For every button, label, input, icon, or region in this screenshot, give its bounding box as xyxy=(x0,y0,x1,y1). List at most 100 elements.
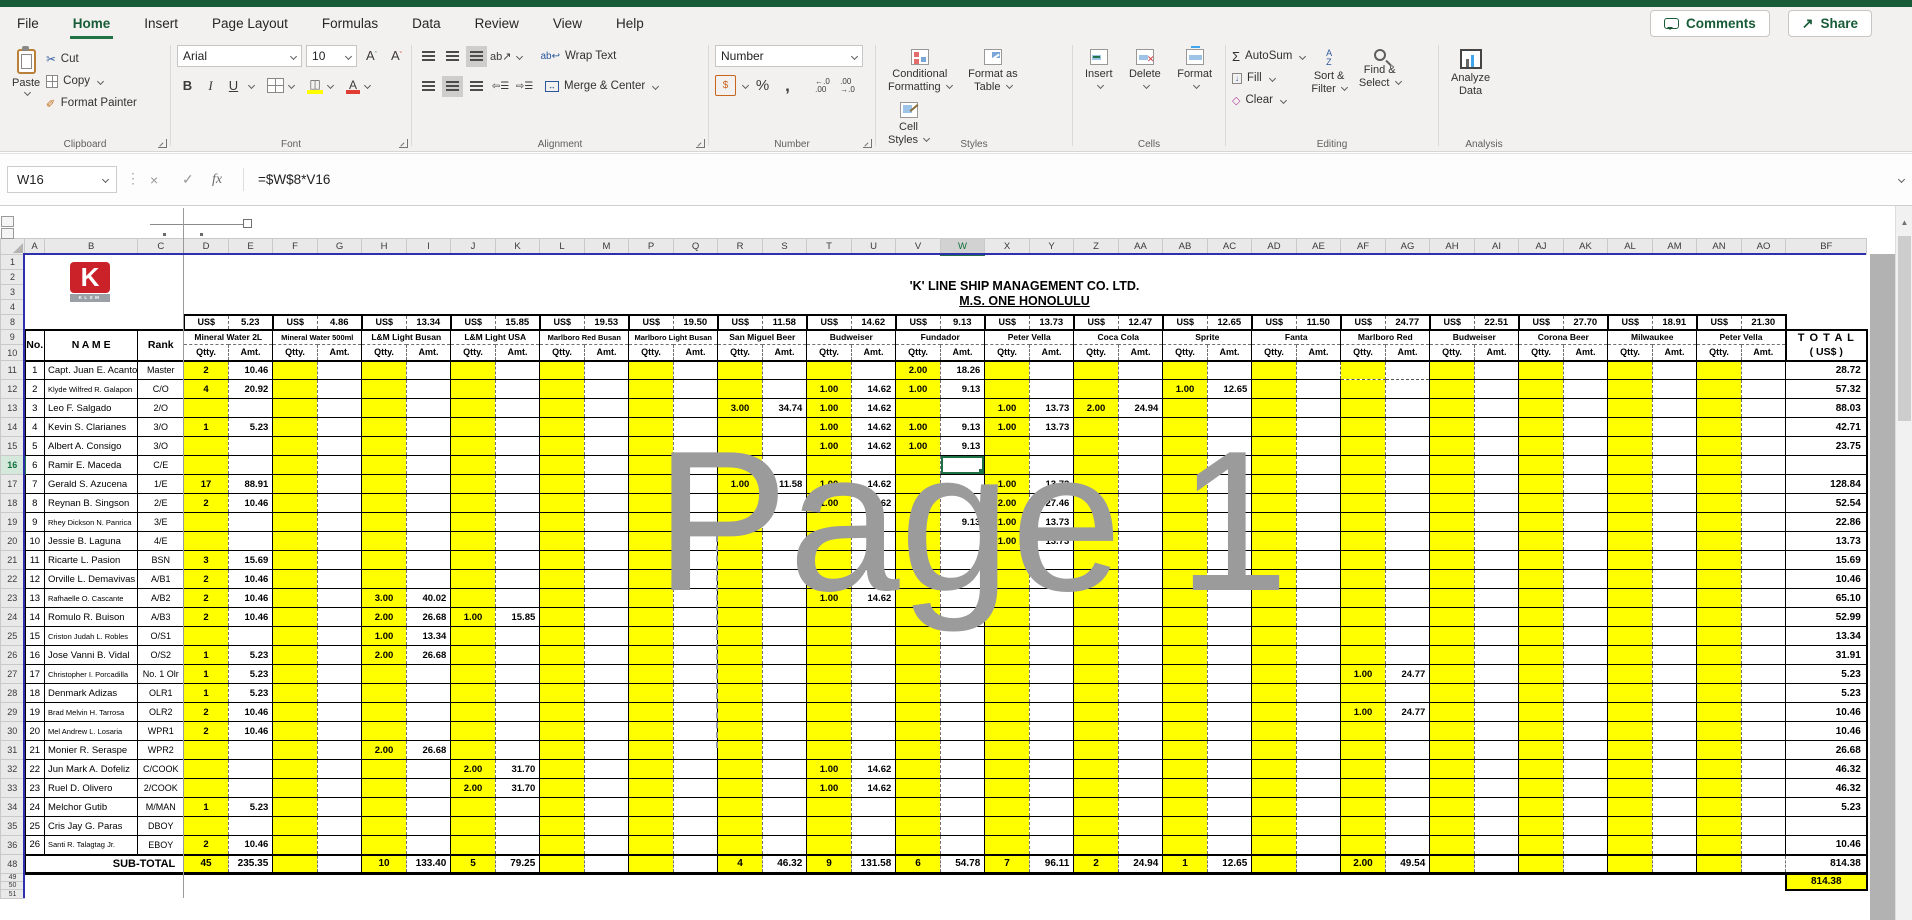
qty-cell[interactable] xyxy=(1340,474,1386,494)
qty-cell[interactable] xyxy=(717,797,763,817)
qty-cell[interactable] xyxy=(1251,531,1297,551)
crew-name-cell[interactable]: Jun Mark A. Dofeliz xyxy=(43,759,139,779)
qty-cell[interactable] xyxy=(450,569,496,589)
comma-style-button[interactable]: , xyxy=(777,75,798,96)
amt-cell[interactable] xyxy=(1563,721,1608,741)
amt-cell[interactable]: 26.68 xyxy=(406,607,451,627)
header-amt-11[interactable]: Amt. xyxy=(1207,344,1252,362)
header-qty-5[interactable]: Qtty. xyxy=(628,344,674,362)
amt-cell[interactable] xyxy=(317,455,362,475)
header-amt-7[interactable]: Amt. xyxy=(851,344,896,362)
qty-cell[interactable] xyxy=(361,816,407,836)
amt-cell[interactable] xyxy=(1296,702,1341,722)
amt-cell[interactable] xyxy=(940,759,985,779)
qty-cell[interactable] xyxy=(1073,740,1119,760)
ribbon-tab-page-layout[interactable]: Page Layout xyxy=(195,7,305,40)
qty-cell[interactable] xyxy=(1073,474,1119,494)
amt-cell[interactable]: 14.62 xyxy=(851,493,896,513)
amt-cell[interactable]: 13.73 xyxy=(1029,398,1074,418)
row-total-cell[interactable]: 5.23 xyxy=(1785,797,1868,817)
qty-cell[interactable]: 2.00 xyxy=(361,607,407,627)
price-value-14[interactable]: 22.51 xyxy=(1474,313,1520,331)
row-total-cell[interactable]: 13.34 xyxy=(1785,626,1868,646)
amt-cell[interactable] xyxy=(495,835,540,855)
qty-cell[interactable] xyxy=(1073,778,1119,798)
crew-rank-cell[interactable]: 3/O xyxy=(137,417,185,437)
amt-cell[interactable] xyxy=(1296,778,1341,798)
qty-cell[interactable]: 2 xyxy=(183,607,229,627)
amt-cell[interactable] xyxy=(1563,550,1608,570)
amt-cell[interactable] xyxy=(1385,474,1430,494)
qty-cell[interactable] xyxy=(1340,740,1386,760)
amt-cell[interactable] xyxy=(1118,797,1163,817)
qty-cell[interactable] xyxy=(1696,455,1742,475)
amt-cell[interactable] xyxy=(406,759,451,779)
qty-cell[interactable] xyxy=(1251,721,1297,741)
amt-cell[interactable] xyxy=(1385,436,1430,456)
crew-no-cell[interactable]: 10 xyxy=(23,531,45,551)
qty-cell[interactable] xyxy=(539,436,585,456)
qty-cell[interactable] xyxy=(183,740,229,760)
amt-cell[interactable] xyxy=(673,569,718,589)
amt-cell[interactable] xyxy=(851,626,896,646)
qty-cell[interactable] xyxy=(806,360,852,380)
ribbon-tab-view[interactable]: View xyxy=(536,7,599,40)
qty-cell[interactable] xyxy=(1518,797,1564,817)
insert-cells-button[interactable]: Insert xyxy=(1079,45,1119,98)
qty-cell[interactable] xyxy=(450,702,496,722)
amt-cell[interactable] xyxy=(851,816,896,836)
qty-cell[interactable] xyxy=(1607,569,1653,589)
amt-cell[interactable] xyxy=(1029,683,1074,703)
subtotal-qty-cell[interactable] xyxy=(1251,853,1297,875)
qty-cell[interactable] xyxy=(1429,797,1475,817)
amt-cell[interactable] xyxy=(1563,455,1608,475)
subtotal-qty-cell[interactable] xyxy=(272,853,318,875)
amt-cell[interactable] xyxy=(406,417,451,437)
crew-rank-cell[interactable]: 3/O xyxy=(137,436,185,456)
qty-cell[interactable] xyxy=(1429,759,1475,779)
qty-cell[interactable]: 1.00 xyxy=(895,379,941,399)
amt-cell[interactable] xyxy=(1474,512,1519,532)
qty-cell[interactable] xyxy=(1162,702,1208,722)
crew-no-cell[interactable]: 4 xyxy=(23,417,45,437)
amt-cell[interactable] xyxy=(1385,360,1431,380)
amt-cell[interactable] xyxy=(1741,379,1786,399)
amt-cell[interactable] xyxy=(1652,455,1697,475)
subtotal-label[interactable]: SUB-TOTAL xyxy=(23,853,184,875)
amt-cell[interactable] xyxy=(1207,531,1252,551)
amt-cell[interactable] xyxy=(1741,740,1786,760)
qty-cell[interactable]: 2 xyxy=(183,569,229,589)
amt-cell[interactable] xyxy=(673,379,718,399)
amt-cell[interactable] xyxy=(1563,417,1608,437)
clipboard-dialog-launcher[interactable] xyxy=(158,139,167,148)
amt-cell[interactable] xyxy=(1474,759,1519,779)
qty-cell[interactable] xyxy=(539,455,585,475)
amt-cell[interactable] xyxy=(1296,721,1341,741)
header-qty-13[interactable]: Qtty. xyxy=(1340,344,1386,362)
qty-cell[interactable] xyxy=(717,626,763,646)
amt-cell[interactable]: 10.46 xyxy=(228,835,273,855)
amt-cell[interactable] xyxy=(1207,474,1252,494)
amt-cell[interactable] xyxy=(1207,417,1252,437)
amt-cell[interactable] xyxy=(1207,607,1252,627)
qty-cell[interactable] xyxy=(1696,740,1742,760)
amt-cell[interactable] xyxy=(940,835,985,855)
amt-cell[interactable] xyxy=(1029,550,1074,570)
qty-cell[interactable] xyxy=(361,474,407,494)
qty-cell[interactable]: 2.00 xyxy=(450,778,496,798)
amt-cell[interactable] xyxy=(317,550,362,570)
amt-cell[interactable] xyxy=(673,607,718,627)
qty-cell[interactable] xyxy=(1073,664,1119,684)
amt-cell[interactable] xyxy=(1741,436,1786,456)
qty-cell[interactable] xyxy=(1251,797,1297,817)
qty-cell[interactable]: 1.00 xyxy=(984,531,1030,551)
qty-cell[interactable] xyxy=(1073,816,1119,836)
subtotal-qty-cell[interactable] xyxy=(1607,853,1653,875)
amt-cell[interactable] xyxy=(1385,835,1430,855)
crew-rank-cell[interactable]: WPR2 xyxy=(137,740,185,760)
crew-rank-cell[interactable]: 2/O xyxy=(137,398,185,418)
amt-cell[interactable] xyxy=(1563,474,1608,494)
qty-cell[interactable]: 1.00 xyxy=(806,398,852,418)
row-total-cell[interactable]: 10.46 xyxy=(1785,569,1868,589)
qty-cell[interactable] xyxy=(895,702,941,722)
